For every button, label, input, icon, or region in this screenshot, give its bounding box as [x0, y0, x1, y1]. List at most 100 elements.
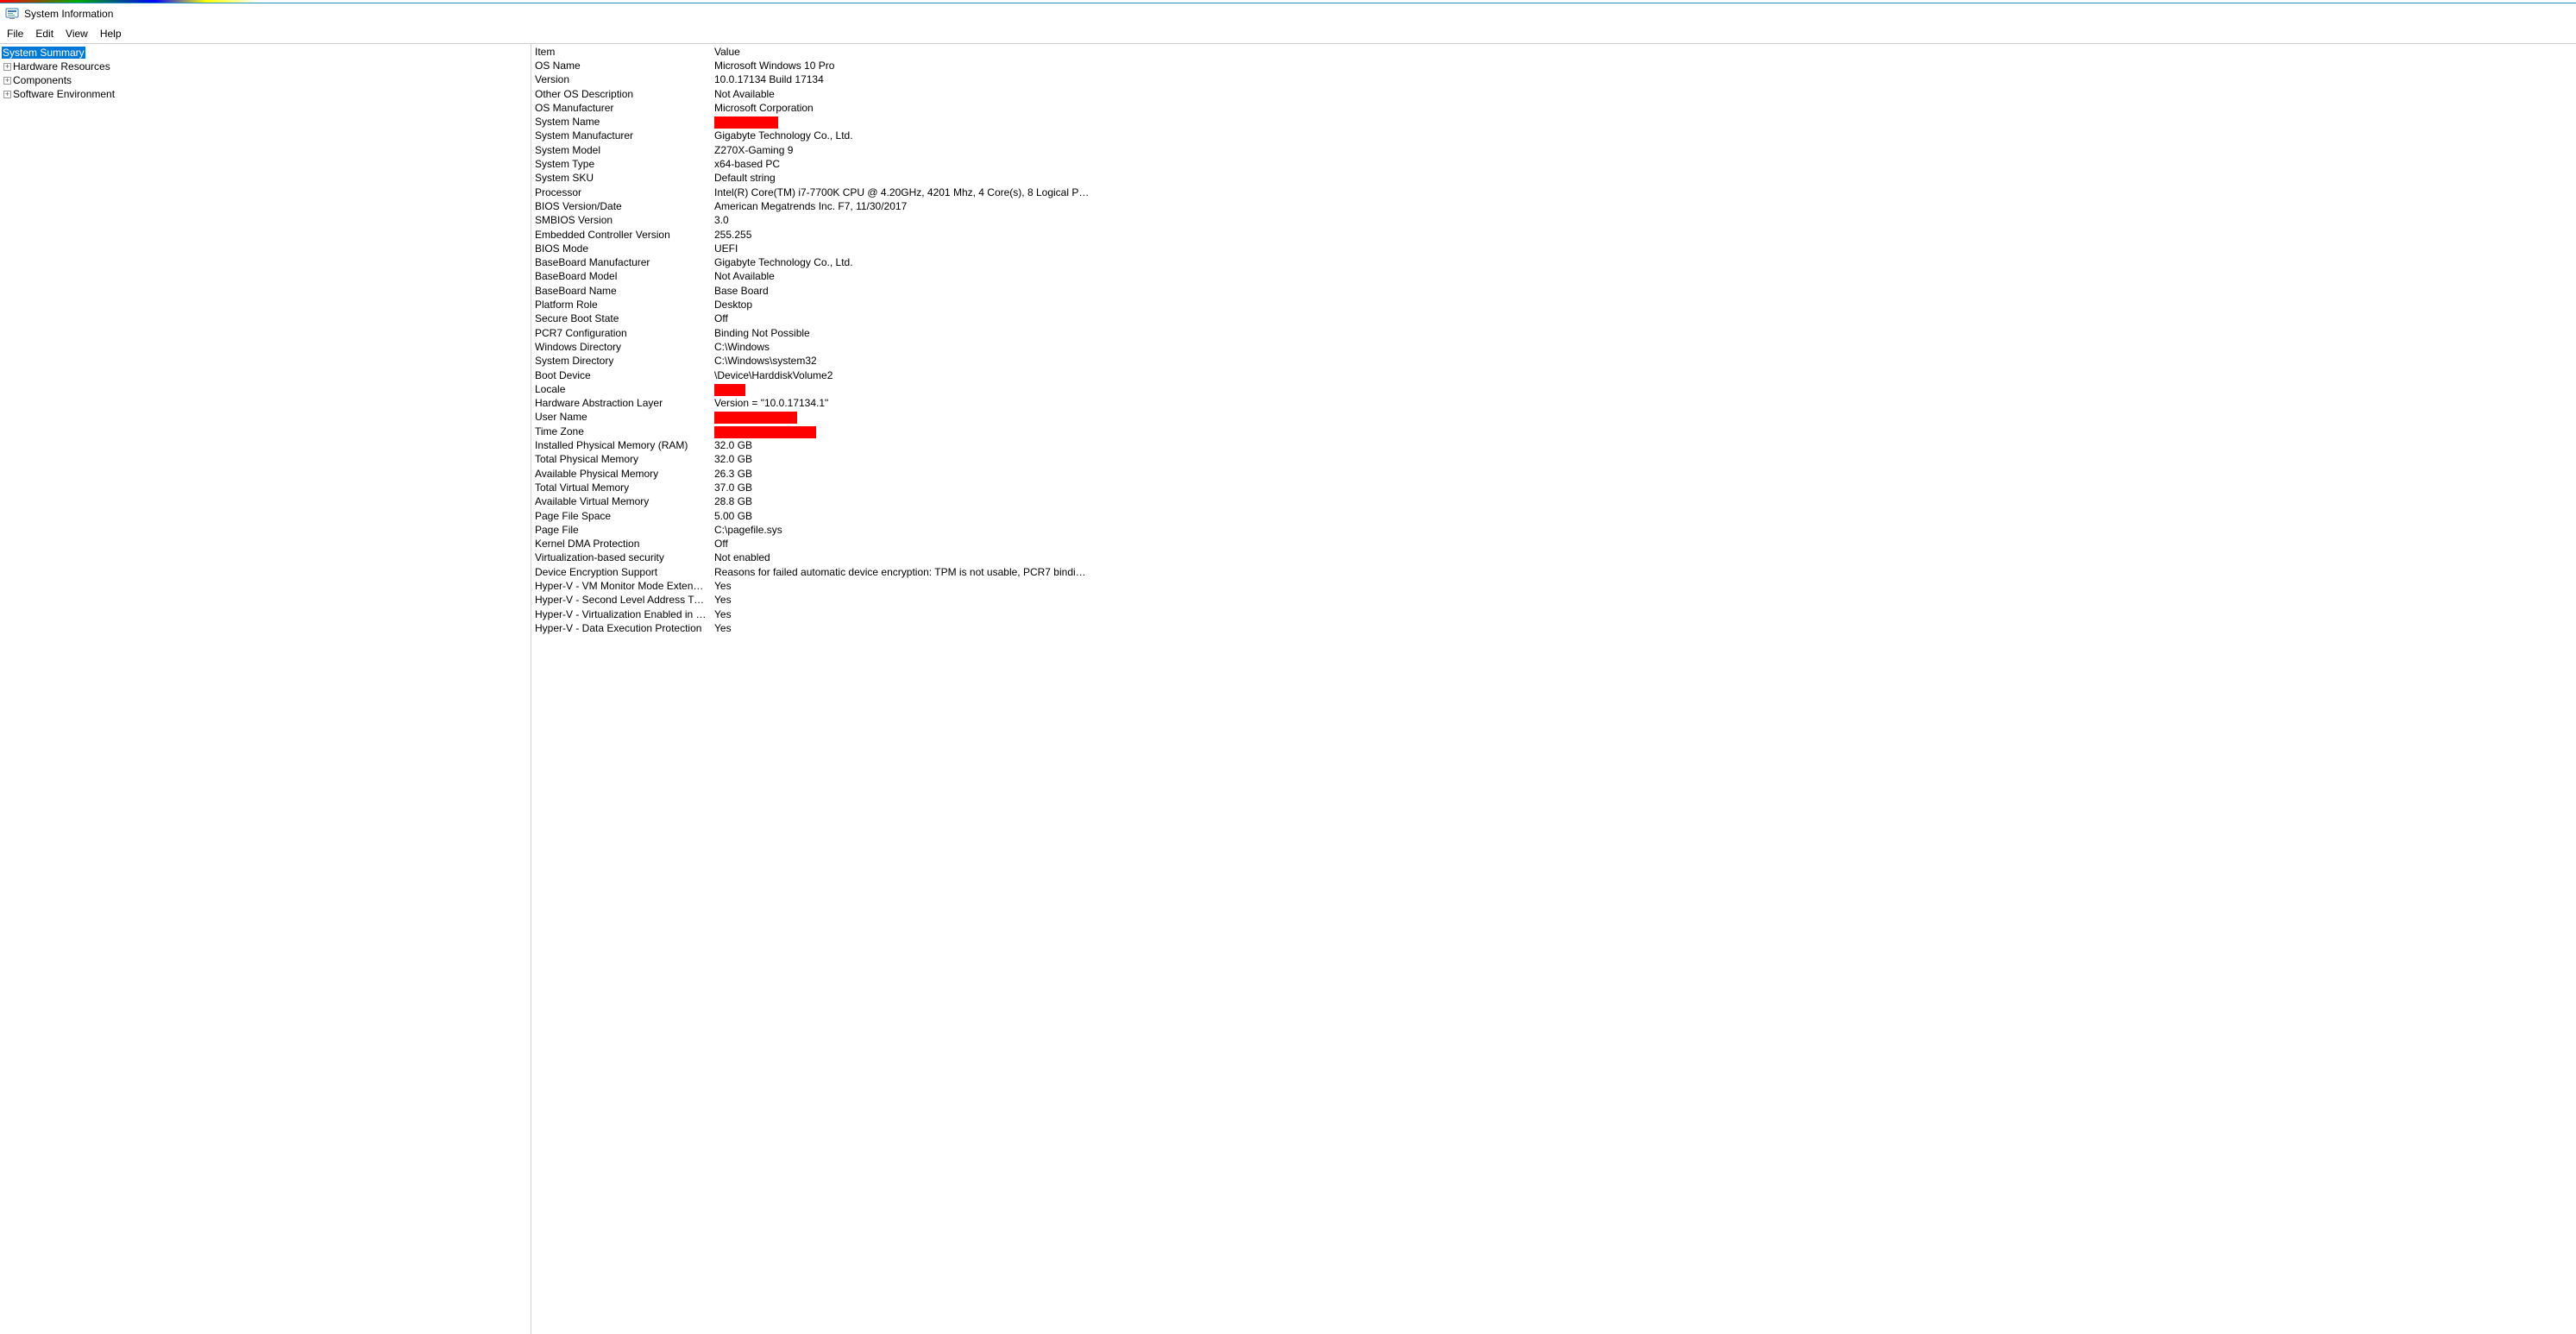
item-cell: BaseBoard Name — [531, 284, 711, 298]
details-row[interactable]: System DirectoryC:\Windows\system32 — [531, 354, 2576, 368]
details-row[interactable]: Virtualization-based securityNot enabled — [531, 551, 2576, 564]
menu-view[interactable]: View — [60, 26, 93, 41]
value-cell: Gigabyte Technology Co., Ltd. — [711, 129, 1094, 142]
value-cell: Not Available — [711, 269, 1094, 283]
value-cell: American Megatrends Inc. F7, 11/30/2017 — [711, 199, 1094, 213]
details-row[interactable]: Platform RoleDesktop — [531, 298, 2576, 311]
details-row[interactable]: PCR7 ConfigurationBinding Not Possible — [531, 326, 2576, 340]
value-cell: 32.0 GB — [711, 438, 1094, 452]
menu-edit[interactable]: Edit — [30, 26, 59, 41]
details-row[interactable]: Time Zone — [531, 425, 2576, 438]
item-cell: System Name — [531, 115, 711, 129]
item-cell: OS Manufacturer — [531, 101, 711, 115]
details-row[interactable]: System Name — [531, 115, 2576, 129]
tree-expander-icon[interactable]: + — [3, 77, 11, 85]
value-cell — [711, 382, 1094, 396]
details-header-row: Item Value — [531, 46, 2576, 59]
navigation-tree[interactable]: System Summary + Hardware Resources + Co… — [0, 44, 531, 1334]
value-cell: x64-based PC — [711, 157, 1094, 171]
item-cell: BaseBoard Manufacturer — [531, 255, 711, 269]
details-row[interactable]: Hyper-V - VM Monitor Mode ExtensionsYes — [531, 579, 2576, 593]
details-row[interactable]: System SKUDefault string — [531, 171, 2576, 185]
item-cell: BaseBoard Model — [531, 269, 711, 283]
tree-node-components[interactable]: + Components — [0, 73, 531, 87]
details-row[interactable]: SMBIOS Version3.0 — [531, 213, 2576, 227]
menu-help[interactable]: Help — [95, 26, 127, 41]
details-row[interactable]: Total Physical Memory32.0 GB — [531, 452, 2576, 466]
tree-label: Components — [13, 74, 72, 86]
item-cell: Other OS Description — [531, 87, 711, 101]
details-row[interactable]: BaseBoard NameBase Board — [531, 284, 2576, 298]
value-cell: 10.0.17134 Build 17134 — [711, 72, 1094, 86]
value-cell: \Device\HarddiskVolume2 — [711, 368, 1094, 382]
value-cell: Not enabled — [711, 551, 1094, 564]
details-row[interactable]: Available Physical Memory26.3 GB — [531, 467, 2576, 481]
value-cell: Reasons for failed automatic device encr… — [711, 565, 1094, 579]
value-cell — [711, 410, 1094, 424]
details-row[interactable]: Windows DirectoryC:\Windows — [531, 340, 2576, 354]
value-cell: Version = "10.0.17134.1" — [711, 396, 1094, 410]
item-cell: Hyper-V - VM Monitor Mode Extensions — [531, 579, 711, 593]
details-row[interactable]: Page FileC:\pagefile.sys — [531, 523, 2576, 537]
details-row[interactable]: System ModelZ270X-Gaming 9 — [531, 143, 2576, 157]
details-row[interactable]: Hyper-V - Data Execution ProtectionYes — [531, 621, 2576, 635]
details-row[interactable]: Boot Device\Device\HarddiskVolume2 — [531, 368, 2576, 382]
details-row[interactable]: Locale — [531, 382, 2576, 396]
item-cell: Version — [531, 72, 711, 86]
tree-expander-icon[interactable]: + — [3, 91, 11, 98]
value-cell: Yes — [711, 607, 1094, 621]
value-cell: Not Available — [711, 87, 1094, 101]
details-row[interactable]: BIOS Version/DateAmerican Megatrends Inc… — [531, 199, 2576, 213]
details-row[interactable]: Secure Boot StateOff — [531, 311, 2576, 325]
details-row[interactable]: Hyper-V - Virtualization Enabled in Firm… — [531, 607, 2576, 621]
details-row[interactable]: Page File Space5.00 GB — [531, 509, 2576, 523]
details-row[interactable]: Hyper-V - Second Level Address Translati… — [531, 593, 2576, 607]
details-row[interactable]: Version10.0.17134 Build 17134 — [531, 72, 2576, 86]
tree-label: Hardware Resources — [13, 60, 110, 72]
details-row[interactable]: Available Virtual Memory28.8 GB — [531, 494, 2576, 508]
value-cell: 28.8 GB — [711, 494, 1094, 508]
details-row[interactable]: BaseBoard ModelNot Available — [531, 269, 2576, 283]
menu-file[interactable]: File — [2, 26, 28, 41]
details-row[interactable]: OS ManufacturerMicrosoft Corporation — [531, 101, 2576, 115]
details-row[interactable]: BaseBoard ManufacturerGigabyte Technolog… — [531, 255, 2576, 269]
details-row[interactable]: OS NameMicrosoft Windows 10 Pro — [531, 59, 2576, 72]
tree-node-software-environment[interactable]: + Software Environment — [0, 87, 531, 101]
details-row[interactable]: Total Virtual Memory37.0 GB — [531, 481, 2576, 494]
details-row[interactable]: Kernel DMA ProtectionOff — [531, 537, 2576, 551]
item-cell: PCR7 Configuration — [531, 326, 711, 340]
value-cell: Yes — [711, 593, 1094, 607]
details-row[interactable]: Device Encryption SupportReasons for fai… — [531, 565, 2576, 579]
details-row[interactable]: Embedded Controller Version255.255 — [531, 228, 2576, 242]
value-cell: C:\pagefile.sys — [711, 523, 1094, 537]
value-cell: Off — [711, 537, 1094, 551]
column-header-item[interactable]: Item — [531, 46, 711, 58]
column-header-value[interactable]: Value — [711, 46, 1094, 58]
value-cell: Desktop — [711, 298, 1094, 311]
details-row[interactable]: ProcessorIntel(R) Core(TM) i7-7700K CPU … — [531, 186, 2576, 199]
item-cell: Virtualization-based security — [531, 551, 711, 564]
item-cell: Boot Device — [531, 368, 711, 382]
tree-node-system-summary[interactable]: System Summary — [0, 46, 531, 60]
redacted-block — [714, 116, 778, 129]
details-row[interactable]: System Typex64-based PC — [531, 157, 2576, 171]
details-row[interactable]: Other OS DescriptionNot Available — [531, 87, 2576, 101]
details-panel[interactable]: Item Value OS NameMicrosoft Windows 10 P… — [531, 44, 2576, 1334]
item-cell: Page File Space — [531, 509, 711, 523]
redacted-block — [714, 384, 745, 396]
value-cell: 3.0 — [711, 213, 1094, 227]
tree-expander-icon[interactable]: + — [3, 63, 11, 71]
value-cell: Z270X-Gaming 9 — [711, 143, 1094, 157]
details-row[interactable]: System ManufacturerGigabyte Technology C… — [531, 129, 2576, 142]
details-row[interactable]: Hardware Abstraction LayerVersion = "10.… — [531, 396, 2576, 410]
item-cell: Kernel DMA Protection — [531, 537, 711, 551]
item-cell: Hardware Abstraction Layer — [531, 396, 711, 410]
details-row[interactable]: BIOS ModeUEFI — [531, 242, 2576, 255]
value-cell: 255.255 — [711, 228, 1094, 242]
details-row[interactable]: User Name — [531, 410, 2576, 424]
details-row[interactable]: Installed Physical Memory (RAM)32.0 GB — [531, 438, 2576, 452]
tree-node-hardware-resources[interactable]: + Hardware Resources — [0, 60, 531, 73]
item-cell: BIOS Version/Date — [531, 199, 711, 213]
value-cell: Binding Not Possible — [711, 326, 1094, 340]
value-cell: Base Board — [711, 284, 1094, 298]
